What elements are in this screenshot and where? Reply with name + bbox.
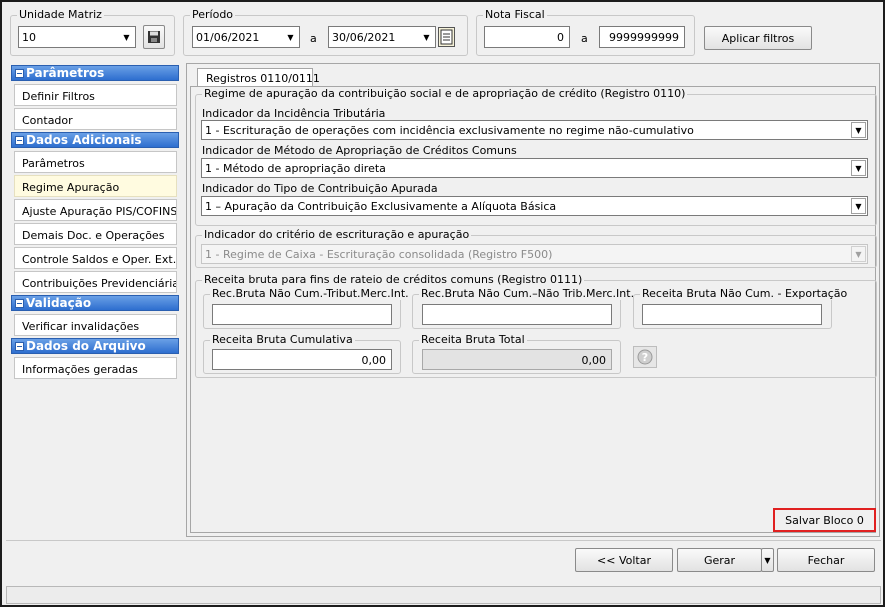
chevron-down-icon[interactable]: ▼ (851, 198, 866, 214)
periodo-start-select[interactable]: 01/06/2021 ▼ (192, 26, 300, 48)
rec-nao-trib-input[interactable] (422, 304, 612, 325)
unidade-select[interactable]: 10 ▼ (18, 26, 136, 48)
incidencia-label: Indicador da Incidência Tributária (202, 107, 386, 120)
apply-filters-button[interactable]: Aplicar filtros (704, 26, 812, 50)
chevron-down-icon[interactable]: ▼ (283, 28, 298, 46)
registro-0110-title: Regime de apuração da contribuição socia… (202, 87, 688, 100)
calendar-icon[interactable] (438, 27, 455, 47)
footer-divider (6, 540, 881, 541)
periodo-a-label: a (310, 32, 317, 45)
rec-nao-trib-label: Rec.Bruta Não Cum.–Não Trib.Merc.Int. (419, 287, 637, 300)
rec-cumul-input[interactable]: 0,00 (212, 349, 392, 370)
chevron-down-icon[interactable]: ▼ (119, 28, 134, 46)
registro-0111-title: Receita bruta para fins de rateio de cré… (202, 273, 585, 286)
rec-trib-input[interactable] (212, 304, 392, 325)
help-icon[interactable]: ? (633, 346, 657, 368)
rec-cumul-label: Receita Bruta Cumulativa (210, 333, 355, 346)
chevron-down-icon[interactable]: ▼ (851, 160, 866, 176)
back-label: << Voltar (597, 553, 651, 567)
tipo-value: 1 – Apuração da Contribuição Exclusivame… (205, 199, 557, 213)
svg-text:?: ? (642, 351, 648, 364)
rec-export-input[interactable] (642, 304, 822, 325)
apply-filters-label: Aplicar filtros (721, 31, 795, 45)
tab-registros[interactable]: Registros 0110/0111 (197, 68, 320, 87)
periodo-end-value: 30/06/2021 (332, 30, 396, 44)
sidebar-item-contador[interactable]: Contador (14, 108, 177, 130)
floppy-disk-icon (148, 31, 160, 43)
section-validacao[interactable]: Validação (11, 295, 179, 311)
close-button[interactable]: Fechar (777, 548, 875, 572)
sidebar-item-definir-filtros[interactable]: Definir Filtros (14, 84, 177, 106)
tipo-select[interactable]: 1 – Apuração da Contribuição Exclusivame… (201, 196, 868, 216)
criterio-value: 1 - Regime de Caixa - Escrituração conso… (205, 247, 553, 261)
metodo-value: 1 - Método de apropriação direta (205, 161, 386, 175)
sidebar-item-controle-saldos[interactable]: Controle Saldos e Oper. Ext. (14, 247, 177, 269)
rec-trib-label: Rec.Bruta Não Cum.-Tribut.Merc.Int. (210, 287, 411, 300)
criterio-title: Indicador do critério de escrituração e … (202, 228, 472, 241)
chevron-down-icon[interactable]: ▼ (419, 28, 434, 46)
chevron-down-icon: ▼ (851, 246, 866, 262)
sidebar-item-regime-apuracao[interactable]: Regime Apuração (14, 175, 177, 197)
metodo-label: Indicador de Método de Apropriação de Cr… (202, 144, 517, 157)
sidebar-item-informacoes-geradas[interactable]: Informações geradas (14, 357, 177, 379)
generate-button[interactable]: Gerar (677, 548, 762, 572)
sidebar-item-ajuste-apuracao[interactable]: Ajuste Apuração PIS/COFINS (14, 199, 177, 221)
unidade-value: 10 (22, 30, 36, 44)
incidencia-select[interactable]: 1 - Escrituração de operações com incidê… (201, 120, 868, 140)
sidebar-item-verificar-invalidacoes[interactable]: Verificar invalidações (14, 314, 177, 336)
save-icon-button[interactable] (143, 25, 165, 49)
sidebar-item-parametros[interactable]: Parâmetros (14, 151, 177, 173)
save-block-label: Salvar Bloco 0 (785, 513, 864, 527)
nota-start-input[interactable]: 0 (484, 26, 570, 48)
main-window: Unidade Matriz 10 ▼ Período 01/06/2021 ▼… (0, 0, 885, 607)
tipo-label: Indicador do Tipo de Contribuição Apurad… (202, 182, 438, 195)
close-label: Fechar (807, 553, 845, 567)
rec-export-label: Receita Bruta Não Cum. - Exportação (640, 287, 850, 300)
status-bar (6, 586, 881, 604)
rec-total-label: Receita Bruta Total (419, 333, 527, 346)
unidade-label: Unidade Matriz (17, 8, 104, 21)
criterio-select[interactable]: 1 - Regime de Caixa - Escrituração conso… (201, 244, 868, 264)
sidebar-item-demais-doc[interactable]: Demais Doc. e Operações (14, 223, 177, 245)
generate-dropdown-button[interactable]: ▼ (761, 548, 774, 572)
chevron-down-icon[interactable]: ▼ (851, 122, 866, 138)
nota-a-label: a (581, 32, 588, 45)
section-dados-adicionais[interactable]: Dados Adicionais (11, 132, 179, 148)
incidencia-value: 1 - Escrituração de operações com incidê… (205, 123, 694, 137)
save-block-button[interactable]: Salvar Bloco 0 (776, 511, 873, 529)
generate-label: Gerar (703, 553, 736, 567)
sidebar-item-contribuicoes[interactable]: Contribuições Previdenciárias (14, 271, 177, 293)
section-parametros[interactable]: Parâmetros (11, 65, 179, 81)
periodo-label: Período (190, 8, 236, 21)
back-button[interactable]: << Voltar (575, 548, 673, 572)
section-dados-do-arquivo[interactable]: Dados do Arquivo (11, 338, 179, 354)
chevron-down-icon: ▼ (764, 555, 771, 565)
nota-end-input[interactable]: 9999999999 (599, 26, 685, 48)
periodo-start-value: 01/06/2021 (196, 30, 260, 44)
metodo-select[interactable]: 1 - Método de apropriação direta ▼ (201, 158, 868, 178)
nota-label: Nota Fiscal (483, 8, 547, 21)
periodo-end-select[interactable]: 30/06/2021 ▼ (328, 26, 436, 48)
rec-total-input: 0,00 (422, 349, 612, 370)
